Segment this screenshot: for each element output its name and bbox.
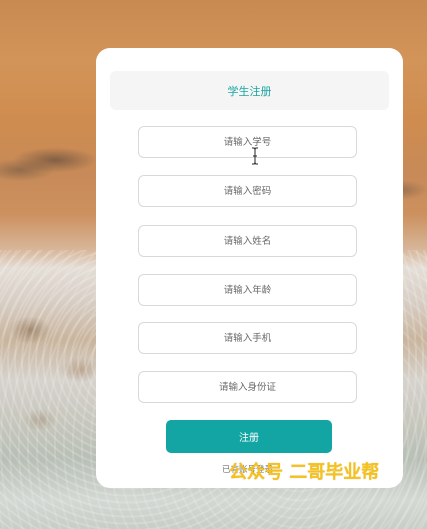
register-card: 学生注册 注册 已有账号登录 xyxy=(96,48,403,488)
form-header: 学生注册 xyxy=(110,71,389,110)
register-button[interactable]: 注册 xyxy=(166,420,332,453)
text-cursor-icon xyxy=(252,147,258,165)
student-id-input[interactable] xyxy=(138,126,357,158)
name-input[interactable] xyxy=(138,225,357,257)
form-title: 学生注册 xyxy=(227,84,272,98)
age-input[interactable] xyxy=(138,274,357,306)
phone-input[interactable] xyxy=(138,322,357,354)
watermark-text: 公众号 二哥毕业帮 xyxy=(229,462,380,483)
password-input[interactable] xyxy=(138,175,357,207)
id-card-input[interactable] xyxy=(138,371,357,403)
